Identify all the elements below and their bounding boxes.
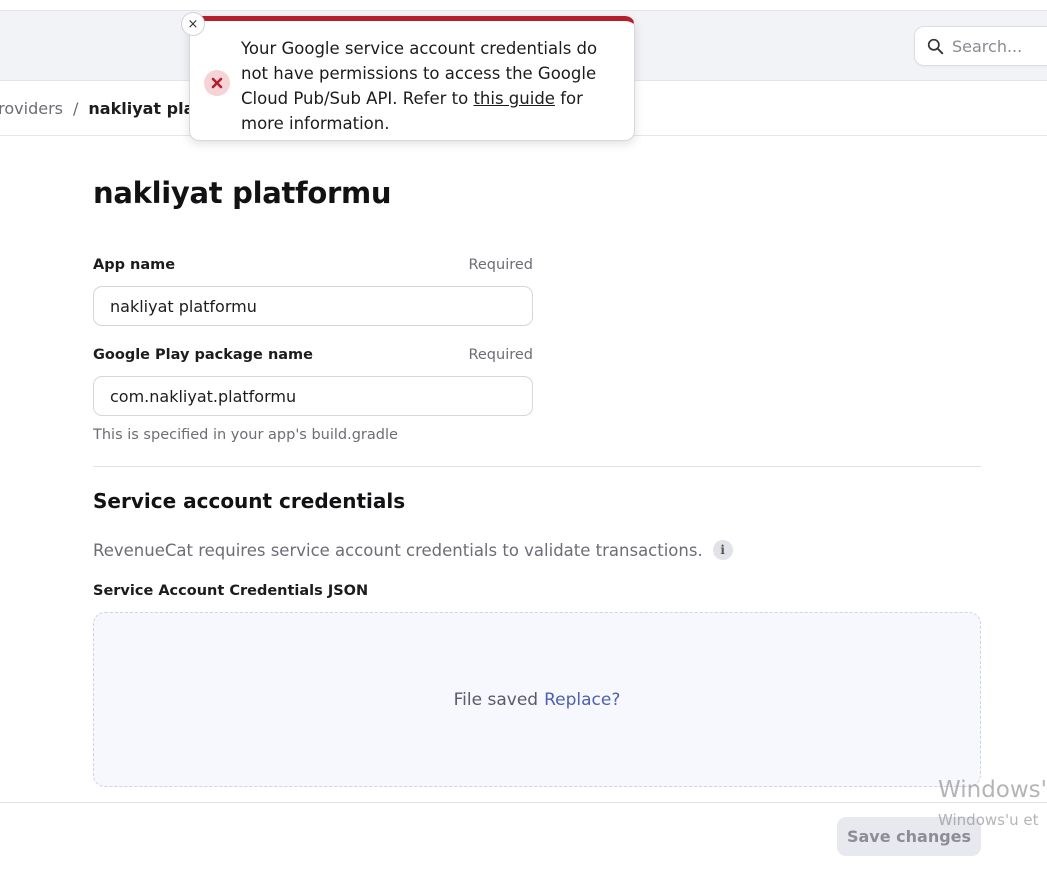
breadcrumb-providers-link[interactable]: providers <box>0 99 63 118</box>
this-guide-link[interactable]: this guide <box>473 89 555 108</box>
credentials-section-title: Service account credentials <box>93 489 406 513</box>
error-icon <box>204 70 230 96</box>
file-status: File saved <box>453 689 539 710</box>
info-icon[interactable]: i <box>712 540 733 560</box>
error-toast: × Your Google service account credential… <box>181 12 635 141</box>
windows-watermark-subtitle: Windows'u et <box>938 811 1039 829</box>
app-name-label: App name <box>93 257 176 273</box>
replace-link[interactable]: Replace? <box>544 690 620 710</box>
app-name-required: Required <box>468 257 533 273</box>
package-name-required: Required <box>468 347 533 363</box>
package-name-label: Google Play package name <box>93 347 313 363</box>
package-name-hint: This is specified in your app's build.gr… <box>93 427 398 443</box>
search-input[interactable] <box>952 36 1047 56</box>
credentials-json-label: Service Account Credentials JSON <box>93 583 369 599</box>
search-box[interactable] <box>914 26 1047 66</box>
windows-watermark-title: Windows' <box>938 777 1047 803</box>
breadcrumb-separator: / <box>73 98 79 118</box>
credentials-dropzone[interactable]: File saved Replace? <box>93 612 981 787</box>
toast-message: Your Google service account credentials … <box>241 36 621 136</box>
search-icon <box>927 38 944 54</box>
package-name-input[interactable] <box>93 376 533 416</box>
credentials-description-text: RevenueCat requires service account cred… <box>93 540 703 560</box>
page-title: nakliyat platformu <box>93 176 392 210</box>
section-divider <box>93 466 981 467</box>
toast-close-icon[interactable]: × <box>181 12 205 36</box>
credentials-description: RevenueCat requires service account cred… <box>93 540 733 560</box>
app-name-input[interactable] <box>93 286 533 326</box>
